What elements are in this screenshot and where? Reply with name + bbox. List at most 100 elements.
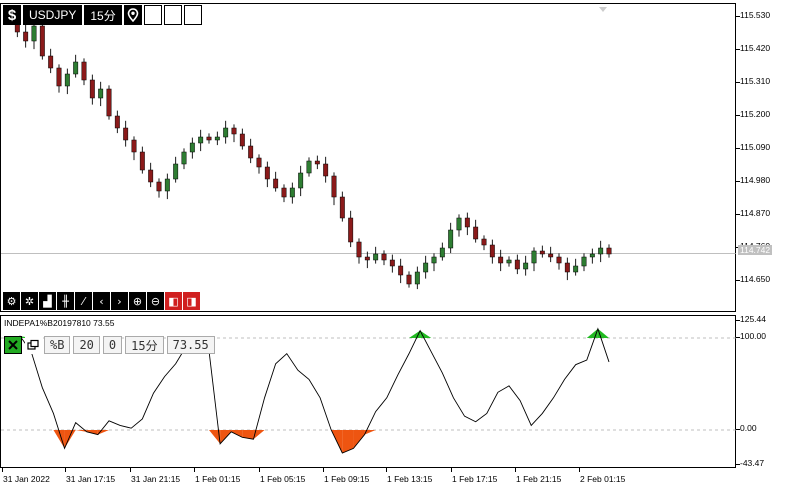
time-tick [451, 468, 452, 472]
indicator-title: INDEPA1%B20197810 73.55 [4, 318, 115, 328]
bear-candle [348, 217, 354, 243]
bull-candle [223, 127, 229, 138]
bear-candle [498, 256, 504, 264]
split-left-icon[interactable]: ◧ [165, 292, 182, 310]
arrow-left-icon[interactable]: ‹ [93, 292, 110, 310]
bull-candle [181, 151, 187, 165]
bear-candle [156, 181, 162, 192]
indicator-axis-label: 125.44 [740, 314, 766, 324]
bull-candle [573, 265, 579, 273]
indicator-timeframe-field[interactable]: 15分 [125, 336, 164, 354]
bear-candle [606, 247, 612, 255]
bear-candle [39, 25, 45, 57]
bear-candle [389, 259, 395, 267]
symbol-bar: $ USDJPY 15分 [3, 5, 202, 25]
time-tick [386, 468, 387, 472]
bull-candle [598, 247, 604, 255]
close-icon[interactable] [4, 336, 22, 354]
time-tick [515, 468, 516, 472]
bull-candle [414, 271, 420, 285]
time-tick [2, 468, 3, 472]
bar-chart-icon[interactable]: ▟ [39, 292, 56, 310]
time-tick [323, 468, 324, 472]
bull-candle [64, 73, 70, 87]
trend-lines-icon[interactable]: ⁄ [75, 292, 92, 310]
timeframe-label[interactable]: 15分 [84, 5, 122, 25]
bull-candle [189, 142, 195, 153]
indicator-axis-label: 0.00 [740, 423, 757, 433]
bull-candle [581, 256, 587, 267]
bull-candle [373, 253, 379, 261]
price-axis-label: 115.310 [740, 76, 771, 86]
bear-candle [406, 274, 412, 285]
time-tick [65, 468, 66, 472]
bear-candle [23, 31, 29, 42]
bear-candle [131, 139, 137, 153]
time-axis-label: 1 Feb 13:15 [387, 474, 433, 484]
bear-candle [231, 127, 237, 135]
bars-small-icon[interactable]: ╫ [57, 292, 74, 310]
indicator-axis-label: -43.47 [740, 458, 765, 468]
symbol-label[interactable]: USDJPY [23, 5, 83, 25]
bear-candle [281, 187, 287, 198]
bull-candle [173, 163, 179, 180]
bull-candle [198, 136, 204, 144]
bear-candle [556, 256, 562, 264]
bear-candle [364, 256, 370, 261]
gear-pair-icon[interactable]: ⚙ [3, 292, 20, 310]
bull-candle [73, 61, 79, 75]
time-axis-label: 31 Jan 2022 [3, 474, 50, 484]
time-axis[interactable]: 31 Jan 2022 31 Jan 17:15 31 Jan 21:15 1 Feb… [0, 468, 736, 493]
bull-candle [431, 256, 437, 264]
location-pin-icon[interactable] [123, 5, 142, 25]
price-axis-label: 114.650 [740, 274, 771, 284]
chart-tool-strip: ⚙ ✲ ▟ ╫ ⁄ ‹ › ⊕ ⊖ ◧ ◨ [3, 292, 200, 310]
time-tick [259, 468, 260, 472]
indicator-shift-field[interactable]: 0 [102, 336, 123, 354]
bull-candle [289, 187, 295, 198]
price-axis-label: 115.200 [740, 109, 771, 119]
split-right-icon[interactable]: ◨ [183, 292, 200, 310]
zoom-in-icon[interactable]: ⊕ [129, 292, 146, 310]
bear-candle [464, 217, 470, 228]
time-tick [579, 468, 580, 472]
indicator-tick [736, 429, 740, 430]
bear-candle [314, 160, 320, 165]
bear-candle [548, 253, 554, 258]
bear-candle [56, 67, 62, 87]
dollar-icon[interactable]: $ [3, 5, 21, 25]
time-axis-label: 31 Jan 21:15 [131, 474, 181, 484]
bear-candle [81, 61, 87, 81]
zoom-out-icon[interactable]: ⊖ [147, 292, 164, 310]
bear-candle [564, 262, 570, 273]
bear-candle [264, 166, 270, 180]
indicator-tick [736, 464, 740, 465]
indicator-period-field[interactable]: 20 [73, 336, 100, 354]
bear-candle [256, 157, 262, 168]
indicator-axis-label: 100.00 [740, 331, 766, 341]
indicator-name-field[interactable]: %B [44, 336, 71, 354]
bull-candle [31, 25, 37, 42]
empty-slot-3[interactable] [183, 5, 202, 25]
indicator-value-field: 73.55 [166, 336, 215, 354]
bear-candle [148, 169, 154, 183]
price-axis[interactable]: 115.530 115.420 115.310 115.200 115.090 114.9… [736, 3, 791, 312]
bull-candle [448, 229, 454, 249]
indicator-controls: %B 20 0 15分 73.55 [4, 336, 215, 354]
price-chart-pane[interactable] [0, 3, 737, 312]
time-axis-label: 1 Feb 05:15 [260, 474, 306, 484]
indicator-axis[interactable]: 125.44 100.00 0.00 -43.47 [736, 314, 791, 468]
bull-candle [306, 160, 312, 174]
bear-candle [248, 145, 254, 159]
bear-candle [356, 241, 362, 258]
bear-candle [514, 259, 520, 270]
gear-icon[interactable]: ✲ [21, 292, 38, 310]
time-axis-label: 1 Feb 17:15 [452, 474, 498, 484]
bull-candle [164, 178, 170, 192]
time-tick [130, 468, 131, 472]
price-axis-label: 115.420 [740, 43, 771, 53]
empty-slot-2[interactable] [163, 5, 182, 25]
empty-slot-1[interactable] [143, 5, 162, 25]
arrow-right-icon[interactable]: › [111, 292, 128, 310]
restore-window-icon[interactable] [25, 336, 41, 354]
